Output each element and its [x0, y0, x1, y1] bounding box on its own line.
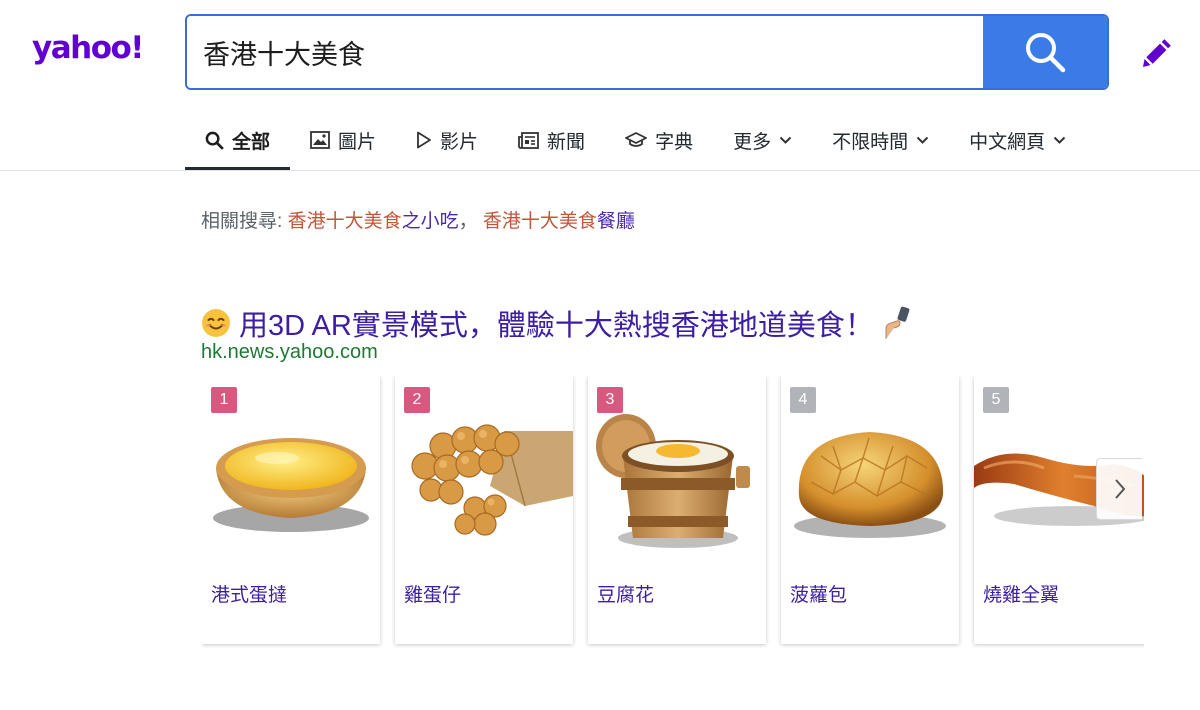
rank-badge: 5	[983, 387, 1009, 413]
result-title: 用3D AR實景模式，體驗十大熱搜香港地道美食！	[239, 310, 874, 342]
rank-badge: 4	[790, 387, 816, 413]
tab-dictionary[interactable]: 字典	[605, 110, 713, 170]
tab-label: 影片	[440, 131, 479, 153]
pencil-icon[interactable]	[1140, 38, 1172, 70]
search-bar	[185, 14, 1109, 90]
tab-label: 新聞	[547, 131, 586, 153]
food-label: 雞蛋仔	[404, 585, 462, 606]
search-input[interactable]	[187, 16, 983, 88]
search-icon	[205, 131, 224, 149]
rank-badge: 3	[597, 387, 623, 413]
tab-news[interactable]: 新聞	[498, 110, 605, 170]
chevron-down-icon	[1053, 136, 1066, 144]
rank-badge: 1	[211, 387, 237, 413]
chevron-down-icon	[916, 136, 929, 144]
result-url[interactable]: hk.news.yahoo.com	[201, 341, 378, 364]
tab-label: 字典	[655, 131, 694, 153]
carousel-next-button[interactable]	[1096, 458, 1142, 520]
tab-videos[interactable]: 影片	[396, 110, 498, 170]
filter-language[interactable]: 中文網頁	[949, 110, 1086, 170]
news-icon	[518, 131, 539, 149]
related-separator: ，	[458, 211, 478, 232]
image-icon	[310, 131, 330, 149]
tab-label: 更多	[733, 131, 772, 153]
yahoo-logo[interactable]: yahoo!	[32, 30, 144, 66]
search-tabs: 全部 圖片 影片 新聞 字典 更多 不限時間 中文網頁	[185, 110, 1086, 170]
carousel-card[interactable]: 3 豆腐花	[588, 376, 766, 644]
carousel-card[interactable]: 4 菠蘿包	[781, 376, 959, 644]
tab-label: 中文網頁	[969, 131, 1046, 153]
play-icon	[417, 131, 431, 149]
food-label: 燒雞全翼	[983, 585, 1060, 606]
tab-label: 全部	[232, 131, 271, 153]
pineapple-bun-image	[794, 432, 946, 538]
search-icon	[1026, 33, 1066, 73]
tofu-pudding-image	[596, 414, 750, 548]
tab-label: 不限時間	[832, 131, 909, 153]
related-link[interactable]: 香港十大美食餐廳	[483, 211, 635, 232]
food-carousel: 1 港式蛋撻 2 雞蛋仔 3 豆腐花 4 菠蘿包 5 燒雞全翼	[202, 376, 1144, 648]
egg-waffle-image	[411, 424, 573, 536]
search-button[interactable]	[983, 16, 1107, 88]
tab-label: 圖片	[338, 131, 377, 153]
filter-time[interactable]: 不限時間	[812, 110, 949, 170]
selfie-phone-icon	[885, 306, 910, 339]
tab-images[interactable]: 圖片	[290, 110, 396, 170]
egg-tart-image	[213, 438, 369, 532]
result-title-link[interactable]: 用3D AR實景模式，體驗十大熱搜香港地道美食！	[201, 302, 910, 344]
related-prefix: 相關搜尋:	[201, 211, 283, 232]
rank-badge: 2	[404, 387, 430, 413]
carousel-card[interactable]: 2 雞蛋仔	[395, 376, 573, 644]
smiley-emoji-icon	[202, 309, 230, 337]
tabs-divider	[0, 170, 1200, 171]
food-label: 港式蛋撻	[211, 585, 288, 606]
chevron-down-icon	[779, 136, 792, 144]
food-label: 菠蘿包	[790, 585, 848, 606]
related-link[interactable]: 香港十大美食之小吃	[288, 211, 459, 232]
food-label: 豆腐花	[597, 585, 655, 606]
chevron-right-icon	[1114, 479, 1125, 499]
tab-all[interactable]: 全部	[185, 110, 291, 170]
related-searches: 相關搜尋: 香港十大美食之小吃， 香港十大美食餐廳	[201, 206, 635, 233]
carousel-card[interactable]: 1 港式蛋撻	[202, 376, 380, 644]
tab-more[interactable]: 更多	[713, 110, 812, 170]
dictionary-icon	[625, 132, 647, 147]
